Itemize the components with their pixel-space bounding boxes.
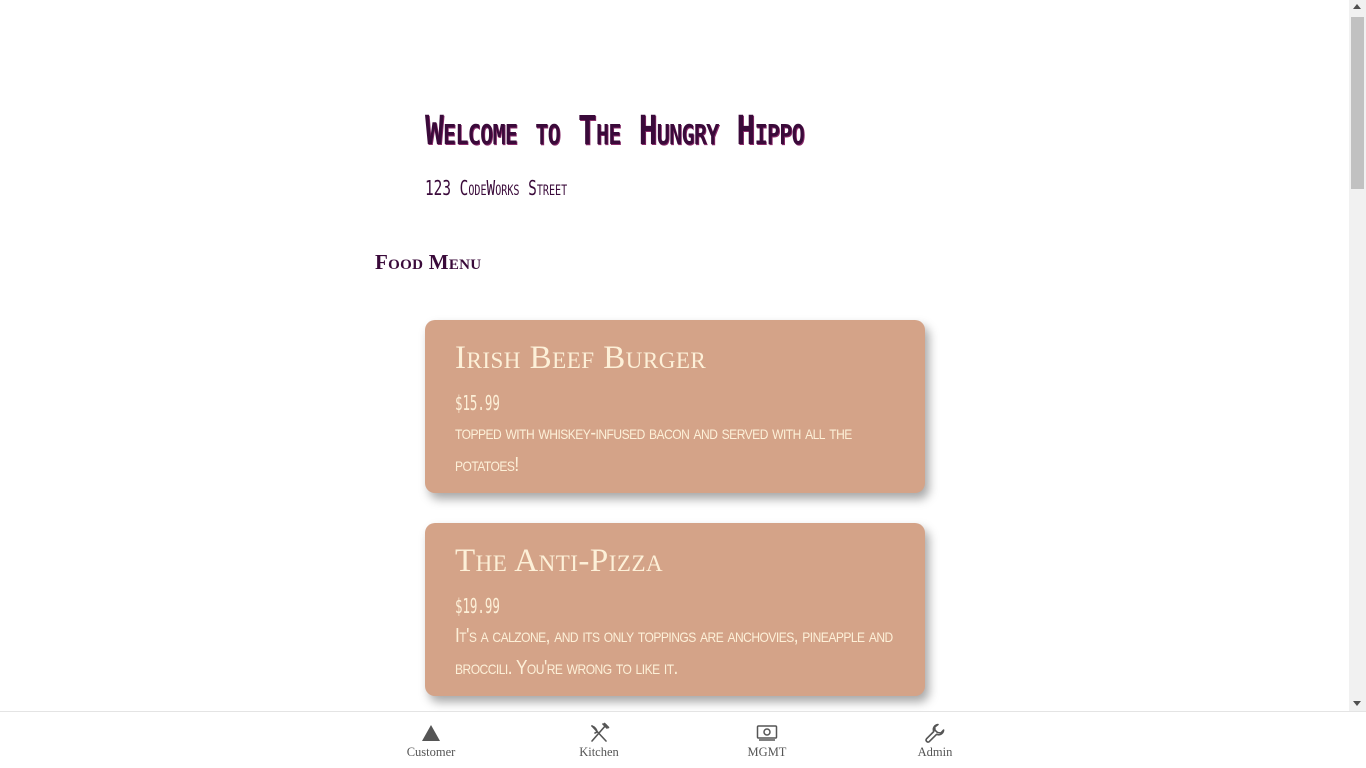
nav-mgmt-button[interactable]: MGMT (717, 722, 817, 760)
wrench-icon (924, 722, 946, 744)
scroll-thumb[interactable] (1351, 17, 1364, 189)
utensils-icon (588, 722, 610, 744)
menu-item-description: It's a calzone, and its only toppings ar… (455, 625, 893, 679)
money-icon (756, 722, 778, 744)
page-title: Welcome to The Hungry Hippo (425, 108, 805, 154)
menu-item-name: Irish Beef Burger (455, 340, 707, 376)
nav-kitchen-button[interactable]: Kitchen (549, 722, 649, 760)
vertical-scrollbar[interactable] (1349, 0, 1366, 712)
menu-item-card[interactable]: Irish Beef Burger $15.99 topped with whi… (425, 320, 925, 493)
scroll-up-arrow-icon[interactable] (1353, 4, 1361, 9)
menu-item-description: topped with whiskey-infused bacon and se… (455, 422, 852, 476)
menu-item-price: $19.99 (455, 594, 500, 618)
triangle-icon (420, 722, 442, 744)
nav-mgmt-label: MGMT (747, 745, 787, 759)
nav-admin-label: Admin (917, 745, 953, 759)
menu-item-name: The Anti-Pizza (455, 543, 664, 579)
nav-admin-button[interactable]: Admin (885, 722, 985, 760)
food-menu-heading: Food Menu (375, 250, 482, 274)
menu-item-price: $15.99 (455, 391, 500, 415)
nav-customer-button[interactable]: Customer (381, 722, 481, 760)
nav-kitchen-label: Kitchen (579, 745, 619, 759)
scroll-down-arrow-icon[interactable] (1353, 701, 1361, 706)
bottom-navigation: Customer Kitchen MGMT Admin (0, 711, 1366, 768)
page-content: Welcome to The Hungry Hippo 123 CodeWork… (0, 0, 1349, 712)
restaurant-address: 123 CodeWorks Street (425, 176, 568, 200)
menu-item-card[interactable]: The Anti-Pizza $19.99 It's a calzone, an… (425, 523, 925, 696)
nav-customer-label: Customer (406, 745, 456, 759)
